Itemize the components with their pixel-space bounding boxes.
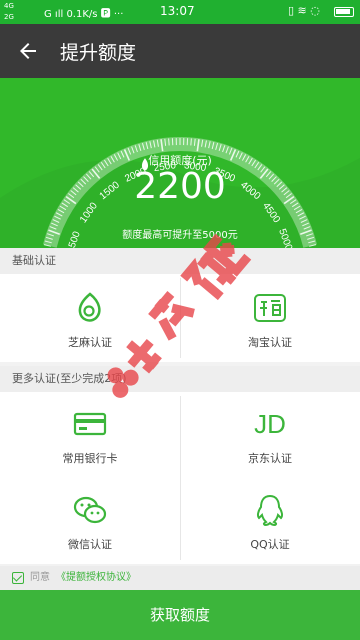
agreement-checkbox[interactable] xyxy=(12,572,24,584)
qq-auth-item[interactable]: QQ认证 xyxy=(180,478,360,562)
signal-4g: 4G xyxy=(4,2,14,10)
wechat-auth-label: 微信认证 xyxy=(68,538,112,551)
taobao-auth-label: 淘宝认证 xyxy=(248,336,292,349)
qq-auth-label: QQ认证 xyxy=(250,538,290,551)
status-icons: ▯ ≋ ◌ xyxy=(288,4,320,17)
credit-gauge: 500 1000 1500 2000 2500 3000 3500 4000 4500 5000 … xyxy=(0,78,360,248)
more-auth-header: 更多认证(至少完成2项) xyxy=(0,366,360,392)
battery-icon xyxy=(334,7,354,17)
status-bar: 4G 2G G ıll 0.1K/s 🅿 ··· 13:07 ▯ ≋ ◌ xyxy=(0,0,360,24)
back-arrow-icon[interactable] xyxy=(16,39,40,63)
credit-value: 2200 xyxy=(134,166,226,207)
gauge-tick xyxy=(168,138,170,146)
sesame-auth-item[interactable]: 芝麻认证 xyxy=(0,276,180,360)
sesame-icon xyxy=(78,292,101,322)
agreement-prefix: 同意 xyxy=(30,572,50,583)
get-credit-button[interactable]: 获取额度 xyxy=(0,590,360,640)
bank-card-icon xyxy=(73,412,107,436)
jd-auth-label: 京东认证 xyxy=(248,452,292,465)
page-title: 提升额度 xyxy=(60,42,137,64)
more-auth-grid: 常用银行卡 JD 京东认证 微信认证 QQ认证 xyxy=(0,392,360,564)
network-speed: G ıll 0.1K/s 🅿 ··· xyxy=(44,9,124,20)
agreement-link[interactable]: 《提额授权协议》 xyxy=(56,566,136,590)
credit-max-text: 额度最高可提升至5000元 xyxy=(122,230,238,241)
gauge-tick xyxy=(190,138,192,146)
taobao-icon xyxy=(254,294,286,322)
signal-indicator: 4G 2G xyxy=(4,1,14,23)
qq-icon xyxy=(256,494,284,527)
jd-auth-item[interactable]: JD 京东认证 xyxy=(180,392,360,476)
bank-card-auth-label: 常用银行卡 xyxy=(62,452,118,465)
agreement-row: 同意 《提额授权协议》 xyxy=(0,566,360,590)
signal-2g: 2G xyxy=(4,13,14,21)
clock: 13:07 xyxy=(160,4,195,18)
basic-auth-grid: 芝麻认证 淘宝认证 xyxy=(0,274,360,362)
sesame-auth-label: 芝麻认证 xyxy=(68,336,112,349)
bank-card-auth-item[interactable]: 常用银行卡 xyxy=(0,392,180,476)
jd-icon: JD xyxy=(254,409,286,439)
wechat-icon xyxy=(73,496,107,524)
wechat-auth-item[interactable]: 微信认证 xyxy=(0,478,180,562)
taobao-auth-item[interactable]: 淘宝认证 xyxy=(180,276,360,360)
basic-auth-header: 基础认证 xyxy=(0,248,360,274)
app-bar: 提升额度 xyxy=(0,24,360,78)
